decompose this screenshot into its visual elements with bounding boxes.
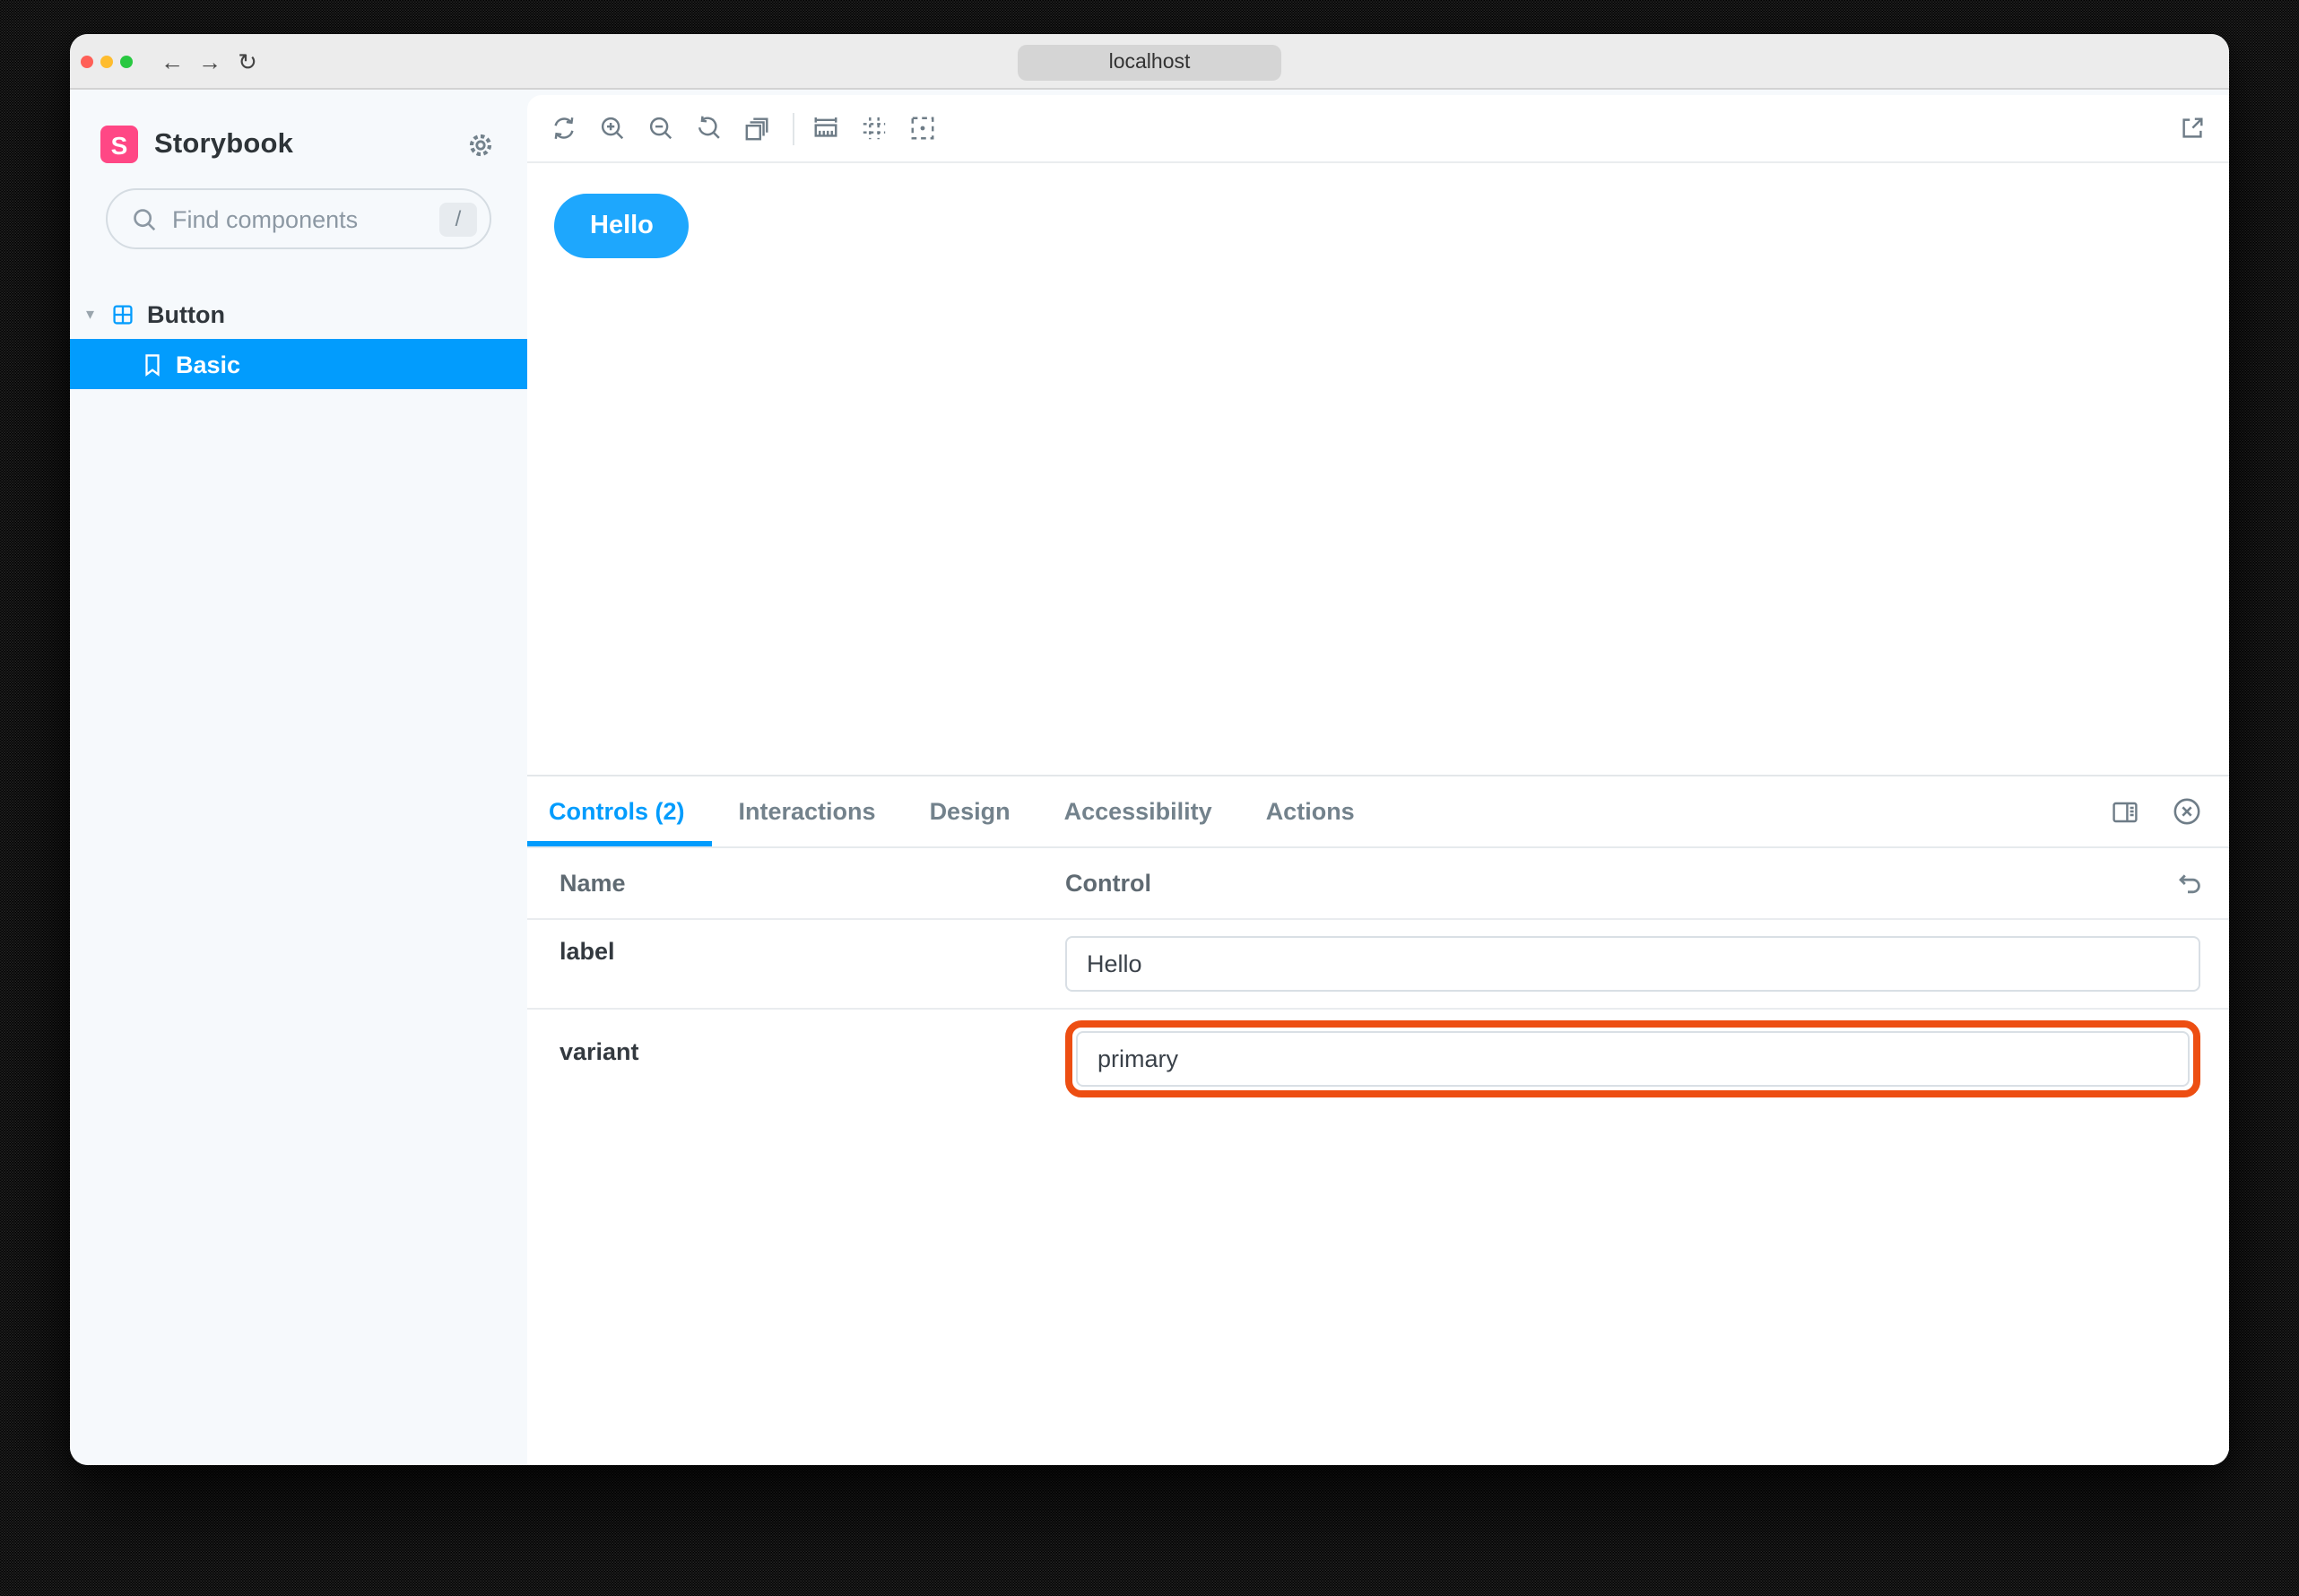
control-name: label [560, 938, 615, 965]
brand-title: Storybook [154, 128, 294, 159]
zoom-out-icon[interactable] [647, 115, 674, 142]
backgrounds-icon[interactable] [744, 115, 771, 142]
preview-card: Hello Controls (2) Interactions Design A… [527, 95, 2229, 1465]
reload-icon[interactable]: ↻ [235, 49, 260, 73]
forward-icon[interactable]: → [197, 49, 222, 73]
preview-hello-button[interactable]: Hello [554, 194, 690, 258]
search-input[interactable] [172, 205, 439, 232]
app-content: S Storybook Find components / ▾ Button B… [70, 90, 2229, 1465]
sidebar-item-button[interactable]: ▾ Button [70, 291, 527, 339]
search-box: / [106, 188, 491, 249]
traffic-lights [81, 55, 133, 67]
zoom-reset-icon[interactable] [696, 115, 723, 142]
story-bookmark-icon [142, 352, 163, 376]
tab-design[interactable]: Design [903, 776, 1037, 846]
caret-down-icon[interactable]: ▾ [86, 305, 104, 325]
browser-nav: ← → ↻ [160, 49, 260, 73]
tab-controls[interactable]: Controls (2) [527, 776, 712, 846]
reset-controls-icon[interactable] [2175, 869, 2204, 898]
addons-panel: Controls (2) Interactions Design Accessi… [527, 775, 2229, 1465]
close-window-button[interactable] [81, 55, 93, 67]
label-control-input[interactable] [1065, 936, 2200, 992]
control-row-variant: variant [527, 1010, 2229, 1108]
tab-actions[interactable]: Actions [1239, 776, 1382, 846]
storybook-logo-icon: S [100, 126, 138, 163]
story-label: Basic [176, 351, 241, 377]
story-canvas: Hello [527, 163, 2229, 775]
variant-control-input[interactable] [1076, 1031, 2190, 1087]
header-control: Control [1065, 870, 1151, 897]
close-panel-icon[interactable] [2172, 796, 2202, 827]
component-icon [111, 303, 134, 326]
back-icon[interactable]: ← [160, 49, 185, 73]
measure-icon[interactable] [812, 115, 839, 142]
highlight-ring [1065, 1020, 2200, 1097]
minimize-window-button[interactable] [100, 55, 113, 67]
grid-icon[interactable] [861, 115, 888, 142]
sidebar-item-basic[interactable]: Basic [70, 339, 527, 389]
address-bar[interactable]: localhost [1018, 44, 1281, 80]
control-name: variant [560, 1038, 639, 1065]
preview-area: Hello Controls (2) Interactions Design A… [527, 90, 2229, 1465]
search-icon [131, 205, 158, 232]
control-row-label: label [527, 920, 2229, 1010]
brand-row: S Storybook [70, 90, 527, 163]
component-label: Button [147, 301, 225, 328]
toolbar-divider [793, 112, 794, 144]
canvas-toolbar [527, 95, 2229, 163]
slash-shortcut-key: / [439, 202, 477, 236]
settings-gear-icon[interactable] [466, 130, 495, 159]
maximize-window-button[interactable] [120, 55, 133, 67]
panel-position-icon[interactable] [2111, 797, 2139, 826]
outline-icon[interactable] [909, 115, 936, 142]
remount-icon[interactable] [551, 115, 577, 142]
browser-titlebar: ← → ↻ localhost [70, 34, 2229, 90]
controls-table-header: Name Control [527, 848, 2229, 920]
header-name: Name [560, 870, 626, 897]
addons-tabbar: Controls (2) Interactions Design Accessi… [527, 776, 2229, 848]
tab-interactions[interactable]: Interactions [712, 776, 903, 846]
browser-window: ← → ↻ localhost S Storybook Find compone… [70, 34, 2229, 1465]
open-external-icon[interactable] [2179, 115, 2206, 142]
zoom-in-icon[interactable] [599, 115, 626, 142]
stories-tree: ▾ Button Basic [70, 291, 527, 389]
sidebar: S Storybook Find components / ▾ Button B… [70, 90, 527, 1465]
tab-accessibility[interactable]: Accessibility [1037, 776, 1239, 846]
